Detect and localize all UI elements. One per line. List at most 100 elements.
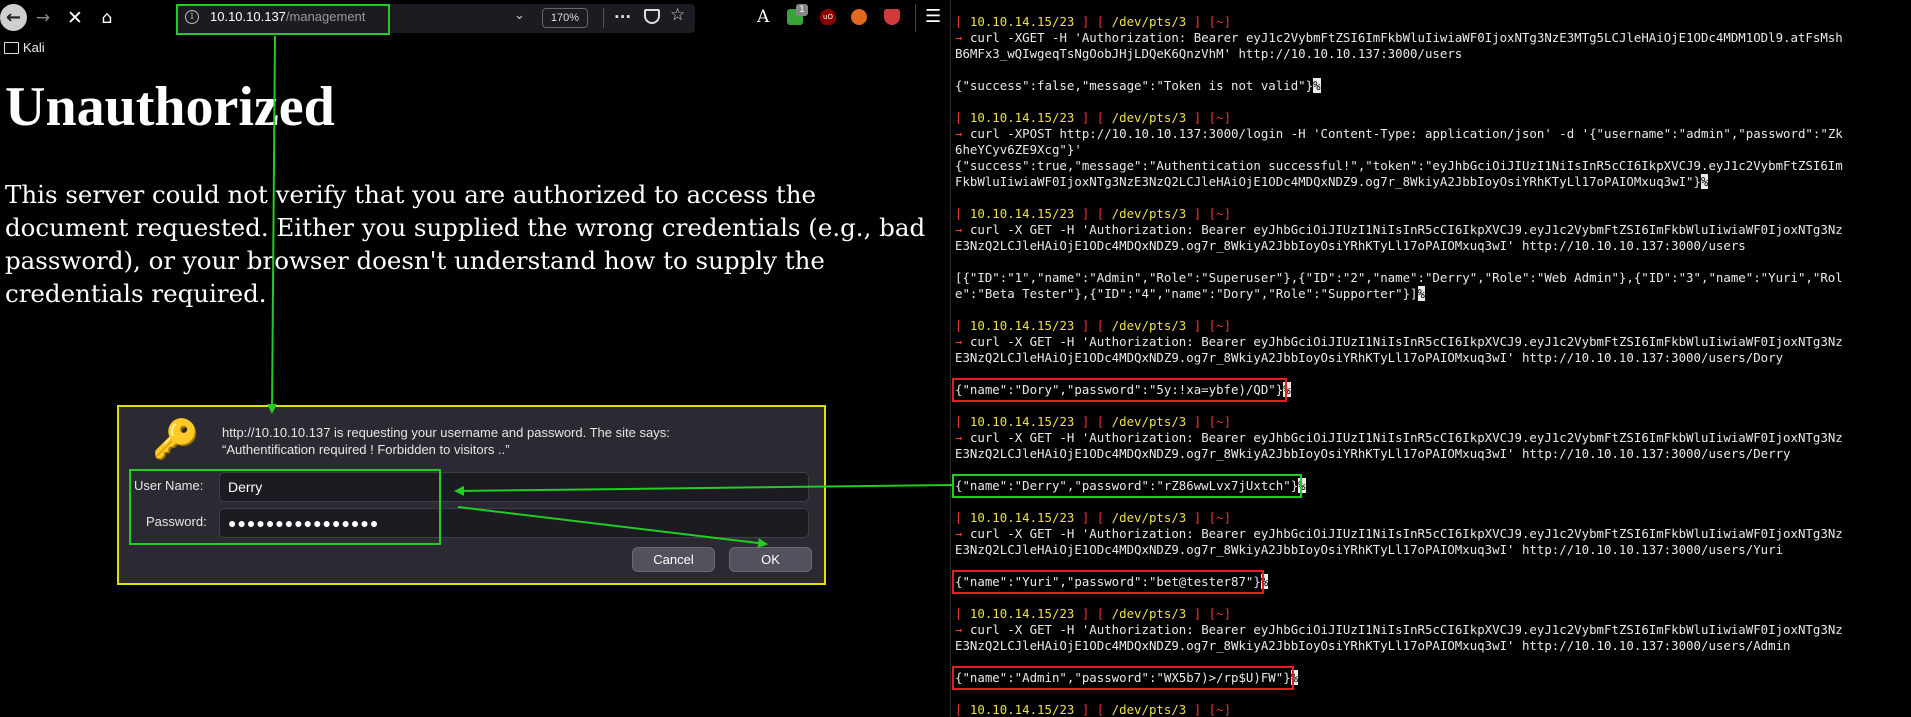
prompt-tty: /dev/pts/3	[1111, 606, 1187, 621]
prompt-bracket: ] [	[1074, 414, 1112, 429]
terminal-prompt: [ 10.10.14.15/23 ] [ /dev/pts/3 ] [~]	[955, 606, 1909, 622]
prompt-dir: ~	[1216, 414, 1224, 429]
forward-arrow-icon[interactable]: →	[30, 5, 56, 31]
prompt-arrow: →	[955, 30, 963, 45]
ok-button[interactable]: OK	[729, 547, 812, 572]
green-highlight-box	[952, 474, 1302, 498]
prompt-arrow: →	[955, 622, 963, 637]
terminal-output-line: {"success":false,"message":"Token is not…	[955, 78, 1909, 94]
terminal-output-line: 6heYCyv6ZE9Xcg"}'	[955, 142, 1909, 158]
shield-icon[interactable]	[884, 9, 900, 25]
zoom-level-button[interactable]: 170%	[542, 8, 588, 28]
command-text: curl -X GET -H 'Authorization: Bearer ey…	[969, 222, 1843, 237]
prompt-dir: ~	[1216, 318, 1224, 333]
prompt-bracket: ] [	[1074, 14, 1112, 29]
close-icon[interactable]: ✕	[62, 5, 88, 31]
output-text: {"success":true,"message":"Authenticatio…	[955, 158, 1843, 173]
home-icon[interactable]: ⌂	[94, 5, 120, 31]
auth-message-line1: http://10.10.10.137 is requesting your u…	[222, 425, 670, 440]
prompt-bracket: ]	[1223, 606, 1232, 621]
output-text: {"success":false,"message":"Token is not…	[955, 78, 1314, 93]
terminal-output-line: E3NzQ2LCJleHAiOjE1ODc4MDQxNDZ9.og7r_8Wki…	[955, 446, 1909, 462]
more-icon[interactable]: ···	[614, 8, 631, 26]
cancel-button[interactable]: Cancel	[632, 547, 715, 572]
foxyproxy-icon[interactable]	[851, 9, 867, 25]
back-arrow-icon[interactable]: ←	[0, 4, 27, 31]
prompt-host: 10.10.14.15/23	[969, 414, 1075, 429]
extension-badge: 1	[796, 4, 808, 16]
terminal-output: [ 10.10.14.15/23 ] [ /dev/pts/3 ] [~] → c…	[952, 14, 1909, 717]
prompt-bracket: ] [	[1186, 110, 1217, 125]
command-text: curl -X GET -H 'Authorization: Bearer ey…	[969, 526, 1843, 541]
terminal-prompt: [ 10.10.14.15/23 ] [ /dev/pts/3 ] [~]	[955, 414, 1909, 430]
prompt-bracket: ] [	[1186, 14, 1217, 29]
prompt-dir: ~	[1216, 14, 1224, 29]
prompt-tty: /dev/pts/3	[1111, 206, 1187, 221]
terminal-command: → curl -X GET -H 'Authorization: Bearer …	[955, 430, 1909, 446]
prompt-bracket: ]	[1223, 206, 1232, 221]
star-icon[interactable]: ☆	[670, 5, 685, 25]
terminal-output-line: E3NzQ2LCJleHAiOjE1ODc4MDQxNDZ9.og7r_8Wki…	[955, 238, 1909, 254]
prompt-bracket: [	[955, 318, 970, 333]
page-body-text: This server could not verify that you ar…	[5, 180, 926, 308]
prompt-bracket: ] [	[1074, 318, 1112, 333]
url-path: /management	[285, 9, 366, 24]
terminal-password-output: {"name":"Derry","password":"rZ86wwLvx7jU…	[952, 474, 1909, 498]
prompt-tty: /dev/pts/3	[1111, 510, 1187, 525]
terminal-output-line: {"success":true,"message":"Authenticatio…	[955, 158, 1909, 174]
url-text[interactable]: 10.10.10.137/management	[210, 9, 365, 24]
browser-window: ← → ✕ ⌂ i 10.10.10.137/management ⌄ 170%…	[0, 0, 950, 717]
prompt-bracket: ] [	[1074, 206, 1112, 221]
output-text: E3NzQ2LCJleHAiOjE1ODc4MDQxNDZ9.og7r_8Wki…	[955, 350, 1784, 365]
command-text: curl -XPOST http://10.10.10.137:3000/log…	[969, 126, 1843, 141]
prompt-bracket: ] [	[1186, 510, 1217, 525]
prompt-dir: ~	[1216, 206, 1224, 221]
prompt-host: 10.10.14.15/23	[969, 110, 1075, 125]
chevron-down-icon[interactable]: ⌄	[514, 8, 525, 23]
terminal-prompt: [ 10.10.14.15/23 ] [ /dev/pts/3 ] [~]	[955, 110, 1909, 126]
command-text: curl -XGET -H 'Authorization: Bearer eyJ…	[969, 30, 1843, 45]
terminal-command: → curl -X GET -H 'Authorization: Bearer …	[955, 222, 1909, 238]
output-text: E3NzQ2LCJleHAiOjE1ODc4MDQxNDZ9.og7r_8Wki…	[955, 238, 1746, 253]
terminal-window[interactable]: [ 10.10.14.15/23 ] [ /dev/pts/3 ] [~] → c…	[950, 0, 1911, 717]
auth-message: http://10.10.10.137 is requesting your u…	[222, 424, 670, 458]
command-text: curl -X GET -H 'Authorization: Bearer ey…	[969, 430, 1843, 445]
terminal-prompt: [ 10.10.14.15/23 ] [ /dev/pts/3 ] [~]	[955, 14, 1909, 30]
prompt-host: 10.10.14.15/23	[969, 14, 1075, 29]
prompt-dir: ~	[1216, 110, 1224, 125]
auth-message-line2: “Authentification required ! Forbidden t…	[222, 442, 510, 457]
credentials-highlight-box	[129, 469, 441, 545]
prompt-bracket: [	[955, 702, 970, 717]
prompt-bracket: [	[955, 206, 970, 221]
terminal-prompt: [ 10.10.14.15/23 ] [ /dev/pts/3 ] [~]	[955, 702, 1909, 717]
command-text: curl -X GET -H 'Authorization: Bearer ey…	[969, 622, 1843, 637]
ublock-icon[interactable]: uO	[820, 9, 836, 25]
terminal-prompt: [ 10.10.14.15/23 ] [ /dev/pts/3 ] [~]	[955, 318, 1909, 334]
bookmark-folder-kali[interactable]: Kali	[23, 40, 45, 55]
terminal-output-line: FkbWluIiwiaWF0IjoxNTg3NzE3NzQ2LCJleHAiOj…	[955, 174, 1909, 190]
output-text: e":"Beta Tester"},{"ID":"4","name":"Dory…	[955, 286, 1418, 301]
terminal-password-output: {"name":"Dory","password":"5y:!xa=ybfe)/…	[952, 378, 1909, 402]
prompt-bracket: ]	[1223, 510, 1232, 525]
prompt-dir: ~	[1216, 606, 1224, 621]
info-icon[interactable]: i	[185, 10, 199, 24]
terminal-password-output: {"name":"Yuri","password":"bet@tester87"…	[952, 570, 1909, 594]
prompt-tty: /dev/pts/3	[1111, 414, 1187, 429]
browser-toolbar: ← → ✕ ⌂ i 10.10.10.137/management ⌄ 170%…	[0, 0, 950, 36]
hamburger-menu-icon[interactable]: ☰	[925, 6, 941, 27]
prompt-host: 10.10.14.15/23	[969, 606, 1075, 621]
prompt-bracket: ]	[1223, 110, 1232, 125]
terminal-cursor: %	[1313, 78, 1321, 93]
terminal-command: → curl -XPOST http://10.10.10.137:3000/l…	[955, 126, 1909, 142]
prompt-bracket: ] [	[1186, 206, 1217, 221]
prompt-bracket: ]	[1223, 414, 1232, 429]
terminal-output-line: B6MFx3_wQIwgeqTsNgOobJHjLDQeK6QnzVhM' ht…	[955, 46, 1909, 62]
prompt-dir: ~	[1216, 510, 1224, 525]
prompt-bracket: [	[955, 510, 970, 525]
bookmark-bar: Kali	[0, 38, 950, 60]
reader-icon[interactable]: A	[757, 7, 769, 27]
prompt-tty: /dev/pts/3	[1111, 14, 1187, 29]
